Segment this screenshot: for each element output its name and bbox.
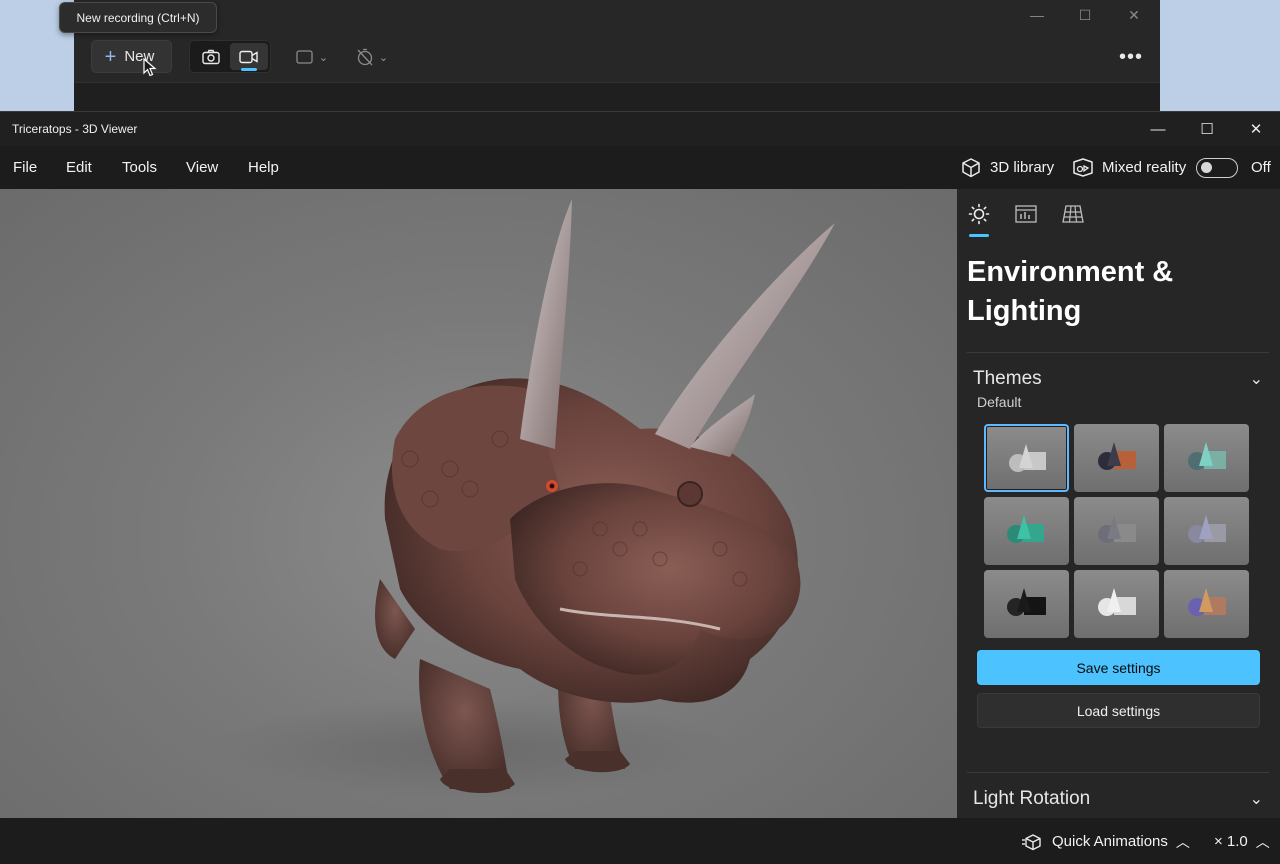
snip-canvas-strip [74, 82, 1160, 112]
theme-grid [984, 424, 1250, 638]
animation-speed-label: × 1.0 [1214, 833, 1248, 850]
chevron-down-icon: ⌄ [318, 51, 329, 64]
camera-icon [202, 49, 220, 64]
minimize-icon: — [1150, 120, 1166, 138]
theme-thumbnail-5[interactable] [1074, 497, 1159, 565]
new-recording-button[interactable]: + New [91, 40, 172, 73]
window-title: Triceratops - 3D Viewer [12, 122, 138, 136]
theme-thumbnail-9[interactable] [1164, 570, 1249, 638]
chevron-up-icon: ︿ [1255, 833, 1270, 850]
snip-minimize-button[interactable]: — [1022, 5, 1052, 25]
chevron-down-icon: ⌄ [1249, 371, 1263, 388]
chevron-down-icon: ⌄ [378, 51, 389, 64]
stats-icon [1015, 205, 1037, 223]
minimize-icon: — [1030, 7, 1044, 23]
maximize-icon: ☐ [1078, 6, 1092, 23]
chevron-up-icon: ︿ [1175, 833, 1190, 850]
chevron-down-icon: ⌄ [1249, 791, 1263, 808]
menu-bar: File Edit Tools View Help 3D library Mix… [0, 146, 1280, 189]
toggle-switch[interactable] [1196, 157, 1238, 178]
video-mode-button[interactable] [230, 43, 268, 71]
light-rotation-label: Light Rotation [973, 788, 1091, 809]
theme-thumbnail-1[interactable] [984, 424, 1069, 492]
theme-thumbnail-7[interactable] [984, 570, 1069, 638]
default-theme-label: Default [977, 394, 1022, 410]
themes-label: Themes [973, 368, 1042, 389]
3d-viewer-window: Triceratops - 3D Viewer — ☐ ✕ File Edit … [0, 111, 1280, 864]
themes-section-header[interactable]: Themes ⌄ [973, 364, 1263, 394]
timer-off-icon [357, 48, 373, 66]
theme-thumbnail-4[interactable] [984, 497, 1069, 565]
plus-icon: + [104, 45, 117, 68]
panel-title: Environment & Lighting [967, 256, 1174, 327]
more-icon: ••• [1118, 45, 1143, 68]
snip-maximize-button[interactable]: ☐ [1070, 5, 1100, 25]
cube-icon [962, 157, 980, 177]
toggle-knob [1201, 161, 1212, 173]
selected-indicator [241, 68, 257, 71]
3d-library-button[interactable]: 3D library [960, 146, 1054, 189]
capture-mode-group [189, 40, 271, 73]
mouse-cursor-icon [143, 58, 157, 77]
tab-grid[interactable] [1060, 201, 1086, 227]
grid-icon [1062, 205, 1084, 223]
menu-tools[interactable]: Tools [122, 146, 157, 189]
animation-speed-button[interactable]: × 1.0 ︿ [1214, 818, 1270, 864]
snipping-tool-window: + New ⌄ ⌄ ••• — ☐ ✕ [74, 0, 1160, 112]
close-icon: ✕ [1128, 6, 1140, 23]
active-tab-indicator [969, 234, 989, 237]
tab-stats[interactable] [1013, 201, 1039, 227]
menu-view[interactable]: View [186, 146, 218, 189]
3d-library-label: 3D library [990, 159, 1055, 176]
quick-animations-button[interactable]: Quick Animations ︿ [1022, 818, 1190, 864]
delay-timer-dropdown[interactable]: ⌄ [352, 42, 392, 72]
more-options-button[interactable]: ••• [1114, 42, 1148, 72]
divider [967, 772, 1269, 773]
theme-thumbnail-2[interactable] [1074, 424, 1159, 492]
mixed-reality-button[interactable]: Mixed reality [1072, 146, 1186, 189]
menu-help[interactable]: Help [248, 146, 279, 189]
screenshot-mode-button[interactable] [194, 43, 228, 70]
maximize-button[interactable]: ☐ [1183, 112, 1231, 146]
maximize-icon: ☐ [1200, 121, 1214, 138]
3d-viewport[interactable] [0, 189, 957, 818]
sun-icon [968, 203, 990, 225]
new-recording-tooltip: New recording (Ctrl+N) [59, 2, 217, 33]
mixed-reality-icon [1073, 157, 1093, 177]
tab-environment[interactable] [966, 201, 992, 227]
mixed-reality-label: Mixed reality [1102, 159, 1187, 176]
minimize-button[interactable]: — [1134, 112, 1182, 146]
quick-animations-label: Quick Animations [1052, 833, 1168, 850]
menu-file[interactable]: File [13, 146, 37, 189]
light-rotation-section-header[interactable]: Light Rotation ⌄ [973, 784, 1263, 814]
theme-thumbnail-8[interactable] [1074, 570, 1159, 638]
close-icon: ✕ [1249, 121, 1263, 138]
theme-thumbnail-6[interactable] [1164, 497, 1249, 565]
environment-lighting-panel: Environment & Lighting Themes ⌄ Default [957, 189, 1280, 818]
theme-thumbnail-3[interactable] [1164, 424, 1249, 492]
close-button[interactable]: ✕ [1232, 112, 1280, 146]
viewer-titlebar: Triceratops - 3D Viewer — ☐ ✕ [0, 112, 1280, 146]
divider [967, 352, 1269, 353]
status-bar: Quick Animations ︿ × 1.0 ︿ [0, 818, 1280, 864]
load-settings-button[interactable]: Load settings [977, 693, 1260, 728]
mixed-reality-toggle[interactable] [1196, 146, 1238, 189]
snip-close-button[interactable]: ✕ [1119, 5, 1149, 25]
toggle-state-label: Off [1251, 159, 1271, 176]
snip-shape-dropdown[interactable]: ⌄ [292, 42, 332, 72]
save-settings-button[interactable]: Save settings [977, 650, 1260, 685]
panel-tabs [957, 189, 1280, 237]
video-camera-icon [239, 50, 258, 63]
desktop-background [1160, 0, 1280, 112]
triceratops-model[interactable] [0, 189, 957, 818]
rectangle-snip-icon [296, 50, 313, 64]
animation-icon [1022, 833, 1041, 850]
menu-edit[interactable]: Edit [66, 146, 92, 189]
